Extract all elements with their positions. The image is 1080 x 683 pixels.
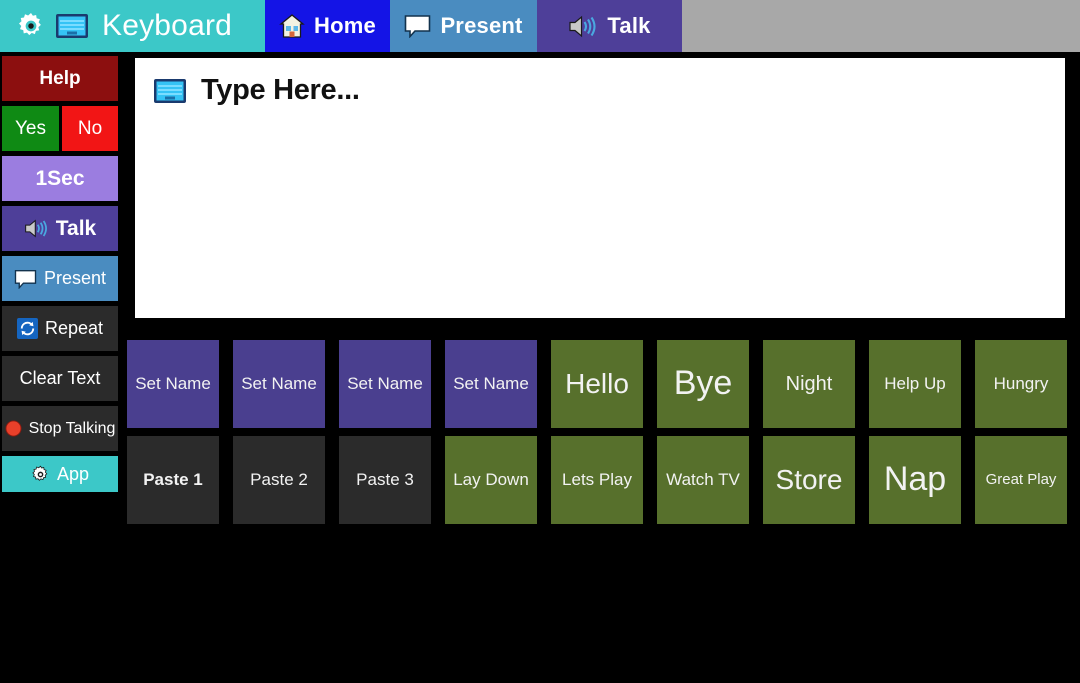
tile-set-name-2[interactable]: Set Name	[233, 340, 325, 428]
clear-text-button[interactable]: Clear Text	[2, 356, 118, 401]
tile-hungry[interactable]: Hungry	[975, 340, 1067, 428]
tile-label: Store	[775, 464, 843, 496]
tab-keyboard-label: Keyboard	[102, 9, 233, 42]
app-root: Keyboard Home Present Talk Help Yes No 1…	[0, 0, 1080, 683]
tile-label: Set Name	[135, 374, 211, 394]
tab-present-label: Present	[440, 13, 523, 38]
phrase-button-grid: Set Name Set Name Set Name Set Name Hell…	[127, 340, 1072, 524]
stop-circle-icon	[5, 420, 22, 437]
tile-lay-down[interactable]: Lay Down	[445, 436, 537, 524]
repeat-icon	[16, 318, 38, 339]
tile-nap[interactable]: Nap	[869, 436, 961, 524]
top-navigation-bar: Keyboard Home Present Talk	[0, 0, 1080, 52]
app-button-label: App	[56, 463, 90, 484]
help-button[interactable]: Help	[2, 56, 118, 101]
tab-present[interactable]: Present	[390, 0, 537, 52]
tile-paste-2[interactable]: Paste 2	[233, 436, 325, 524]
tile-hello[interactable]: Hello	[551, 340, 643, 428]
tile-paste-1[interactable]: Paste 1	[127, 436, 219, 524]
tile-set-name-1[interactable]: Set Name	[127, 340, 219, 428]
tile-label: Lets Play	[562, 470, 632, 490]
tile-great-play[interactable]: Great Play	[975, 436, 1067, 524]
yes-button-label: Yes	[15, 117, 46, 139]
yes-button[interactable]: Yes	[2, 106, 59, 151]
stop-talking-button[interactable]: Stop Talking	[2, 406, 118, 451]
tile-label: Bye	[673, 364, 733, 403]
tile-label: Paste 2	[250, 470, 308, 490]
text-editor-header: Type Here...	[153, 74, 1047, 107]
speaker-icon	[568, 14, 598, 39]
speech-bubble-icon	[404, 14, 431, 39]
tile-label: Paste 3	[356, 470, 414, 490]
gear-icon	[31, 465, 50, 484]
left-sidebar: Help Yes No 1Sec Talk Present Repeat Cle…	[2, 56, 118, 497]
repeat-button[interactable]: Repeat	[2, 306, 118, 351]
tile-help-up[interactable]: Help Up	[869, 340, 961, 428]
tile-paste-3[interactable]: Paste 3	[339, 436, 431, 524]
tile-label: Hello	[565, 368, 629, 400]
tab-keyboard[interactable]: Keyboard	[0, 0, 265, 52]
speaker-icon	[24, 218, 49, 239]
tile-label: Help Up	[884, 374, 946, 394]
tile-night[interactable]: Night	[763, 340, 855, 428]
speech-bubble-icon	[14, 269, 37, 289]
no-button[interactable]: No	[62, 106, 118, 151]
tile-label: Nap	[883, 460, 947, 499]
text-input-area[interactable]	[153, 117, 1047, 277]
one-second-button-label: 1Sec	[35, 166, 85, 190]
tile-label: Paste 1	[143, 470, 203, 490]
tile-bye[interactable]: Bye	[657, 340, 749, 428]
one-second-button[interactable]: 1Sec	[2, 156, 118, 201]
app-button[interactable]: App	[2, 456, 118, 492]
repeat-button-label: Repeat	[44, 318, 104, 338]
tile-label: Set Name	[241, 374, 317, 394]
present-button[interactable]: Present	[2, 256, 118, 301]
talk-button[interactable]: Talk	[2, 206, 118, 251]
tile-set-name-4[interactable]: Set Name	[445, 340, 537, 428]
stop-talking-button-label: Stop Talking	[28, 419, 116, 437]
monitor-icon	[153, 78, 187, 104]
tile-lets-play[interactable]: Lets Play	[551, 436, 643, 524]
yes-no-row: Yes No	[2, 106, 118, 151]
tab-home[interactable]: Home	[265, 0, 390, 52]
present-button-label: Present	[43, 268, 107, 288]
clear-text-button-label: Clear Text	[19, 368, 101, 388]
tab-home-label: Home	[314, 13, 376, 38]
tile-label: Set Name	[453, 374, 529, 394]
talk-button-label: Talk	[55, 216, 97, 240]
text-editor-panel[interactable]: Type Here...	[135, 58, 1065, 318]
no-button-label: No	[77, 117, 103, 139]
tile-label: Lay Down	[453, 470, 529, 490]
tile-watch-tv[interactable]: Watch TV	[657, 436, 749, 524]
tile-label: Great Play	[985, 471, 1057, 489]
monitor-icon	[55, 13, 89, 39]
text-editor-title: Type Here...	[201, 74, 360, 106]
tile-label: Night	[785, 372, 833, 395]
gear-icon	[16, 11, 46, 41]
tab-talk[interactable]: Talk	[537, 0, 682, 52]
tab-talk-label: Talk	[607, 13, 651, 38]
tile-label: Watch TV	[666, 470, 740, 490]
tile-store[interactable]: Store	[763, 436, 855, 524]
house-icon	[279, 13, 305, 39]
topbar-empty-area	[682, 0, 1080, 52]
tile-label: Set Name	[347, 374, 423, 394]
tile-set-name-3[interactable]: Set Name	[339, 340, 431, 428]
help-button-label: Help	[39, 67, 81, 89]
tile-label: Hungry	[993, 374, 1049, 394]
